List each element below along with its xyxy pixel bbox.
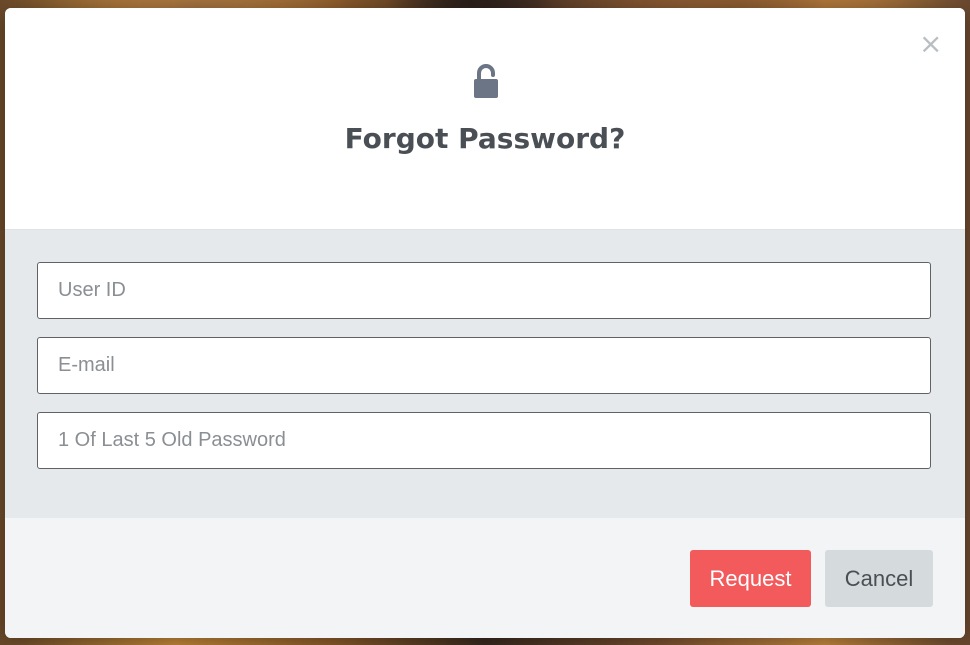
unlock-icon [474,64,498,98]
dialog-footer: Request Cancel [5,518,965,638]
dialog-header: × Forgot Password? [5,8,965,230]
old-password-input[interactable] [37,412,931,469]
dialog-body [5,230,965,518]
dialog-title: Forgot Password? [344,122,626,155]
user-id-input[interactable] [37,262,931,319]
close-icon[interactable]: × [919,30,942,58]
email-input[interactable] [37,337,931,394]
cancel-button[interactable]: Cancel [825,550,933,607]
forgot-password-dialog: × Forgot Password? Request Cancel [5,8,965,638]
request-button[interactable]: Request [690,550,811,607]
